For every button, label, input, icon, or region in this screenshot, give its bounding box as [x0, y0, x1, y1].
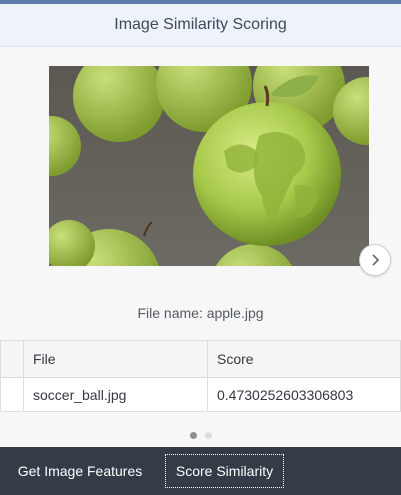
- page-title: Image Similarity Scoring: [114, 16, 287, 33]
- carousel-page-indicator: [0, 427, 401, 443]
- similarity-table: File Score soccer_ball.jpg 0.47302526033…: [0, 340, 401, 412]
- apple-image: [49, 66, 369, 266]
- row-selector[interactable]: [0, 377, 24, 412]
- chevron-right-icon: [372, 254, 380, 266]
- score-similarity-button[interactable]: Score Similarity: [165, 454, 284, 488]
- file-name-value: apple.jpg: [206, 305, 264, 321]
- carousel-image: [49, 66, 369, 266]
- table-row[interactable]: soccer_ball.jpg 0.4730252603306803: [0, 377, 401, 412]
- cell-file: soccer_ball.jpg: [23, 377, 208, 412]
- cell-score: 0.4730252603306803: [207, 377, 401, 412]
- page-dot-2[interactable]: [204, 431, 212, 439]
- app-header: Image Similarity Scoring: [0, 4, 401, 47]
- column-header-score: Score: [207, 340, 401, 378]
- main-content: File name: apple.jpg File Score soccer_b…: [0, 47, 401, 447]
- file-name-label: File name:: [137, 305, 203, 321]
- footer-toolbar: Get Image Features Score Similarity: [0, 447, 401, 495]
- page-dot-1[interactable]: [189, 431, 197, 439]
- file-name-caption: File name: apple.jpg: [0, 305, 401, 321]
- select-column-header: [0, 340, 24, 378]
- column-header-file: File: [23, 340, 208, 378]
- get-image-features-button[interactable]: Get Image Features: [8, 454, 152, 488]
- carousel-next-button[interactable]: [359, 244, 391, 276]
- table-header-row: File Score: [0, 340, 401, 378]
